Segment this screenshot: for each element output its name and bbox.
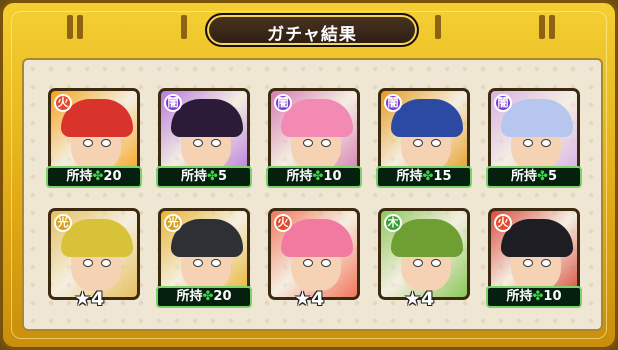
rarity-star-badge: ★4 bbox=[74, 288, 104, 310]
result-card[interactable]: 木 ★4 bbox=[378, 208, 470, 310]
character-eye bbox=[303, 259, 313, 267]
dark-element-icon: 闇 bbox=[494, 94, 512, 112]
result-card[interactable]: 闇所持✤10 bbox=[266, 88, 362, 188]
dark-element-icon: 闇 bbox=[164, 94, 182, 112]
result-card[interactable]: 火 ★4 bbox=[268, 208, 360, 310]
character-portrait: 火 bbox=[268, 208, 360, 300]
owned-count-badge: 所持✤20 bbox=[156, 286, 252, 308]
result-card[interactable]: 闇所持✤5 bbox=[156, 88, 252, 188]
star-icon: ★ bbox=[404, 288, 422, 310]
result-card[interactable]: 火所持✤20 bbox=[46, 88, 142, 188]
character-eye bbox=[413, 139, 423, 147]
character-eye bbox=[431, 139, 441, 147]
rarity-value: 4 bbox=[91, 288, 105, 310]
title-bar: ガチャ結果 bbox=[205, 13, 419, 47]
star-icon: ★ bbox=[74, 288, 92, 310]
page-title: ガチャ結果 bbox=[267, 25, 357, 45]
character-eye bbox=[541, 139, 551, 147]
owned-label: 所持 bbox=[506, 289, 533, 304]
light-element-icon: 光 bbox=[164, 214, 182, 232]
character-eye bbox=[431, 259, 441, 267]
wood-element-icon: 木 bbox=[384, 214, 402, 232]
clover-icon: ✤ bbox=[422, 169, 434, 184]
clover-icon: ✤ bbox=[532, 289, 544, 304]
character-eye bbox=[193, 259, 203, 267]
character-eye bbox=[83, 139, 93, 147]
owned-count: 20 bbox=[103, 169, 122, 184]
character-eye bbox=[321, 259, 331, 267]
frame-ornament-right bbox=[549, 15, 555, 39]
character-eye bbox=[193, 139, 203, 147]
owned-count-badge: 所持✤5 bbox=[156, 166, 252, 188]
character-eye bbox=[523, 259, 533, 267]
character-eye bbox=[83, 259, 93, 267]
result-card[interactable]: 闇所持✤15 bbox=[376, 88, 472, 188]
owned-count: 5 bbox=[217, 169, 227, 184]
owned-label: 所持 bbox=[176, 289, 203, 304]
character-eye bbox=[321, 139, 331, 147]
result-card[interactable]: 闇所持✤5 bbox=[486, 88, 582, 188]
fire-element-icon: 火 bbox=[54, 94, 72, 112]
character-eye bbox=[413, 259, 423, 267]
result-card[interactable]: 火所持✤10 bbox=[486, 208, 582, 308]
dark-element-icon: 闇 bbox=[274, 94, 292, 112]
rarity-value: 4 bbox=[311, 288, 325, 310]
owned-count-badge: 所持✤10 bbox=[486, 286, 582, 308]
owned-count: 10 bbox=[323, 169, 342, 184]
owned-count: 10 bbox=[543, 289, 562, 304]
rarity-value: 4 bbox=[421, 288, 435, 310]
owned-count-badge: 所持✤10 bbox=[266, 166, 362, 188]
character-eye bbox=[541, 259, 551, 267]
character-eye bbox=[211, 259, 221, 267]
owned-count-badge: 所持✤20 bbox=[46, 166, 142, 188]
clover-icon: ✤ bbox=[202, 289, 214, 304]
result-card[interactable]: 光所持✤20 bbox=[156, 208, 252, 308]
frame-ornament-left bbox=[181, 15, 187, 39]
owned-label: 所持 bbox=[286, 169, 313, 184]
owned-label: 所持 bbox=[511, 169, 538, 184]
result-window-frame: ガチャ結果 火所持✤20 闇所持✤5 闇所持✤10 闇所持✤15 闇所持✤5 光 ★4 光所持… bbox=[0, 0, 618, 350]
character-eye bbox=[303, 139, 313, 147]
result-card[interactable]: 光 ★4 bbox=[48, 208, 140, 310]
fire-element-icon: 火 bbox=[494, 214, 512, 232]
owned-count-badge: 所持✤15 bbox=[376, 166, 472, 188]
owned-count-badge: 所持✤5 bbox=[486, 166, 582, 188]
character-eye bbox=[101, 139, 111, 147]
star-icon: ★ bbox=[294, 288, 312, 310]
character-eye bbox=[523, 139, 533, 147]
owned-label: 所持 bbox=[396, 169, 423, 184]
character-eye bbox=[211, 139, 221, 147]
clover-icon: ✤ bbox=[92, 169, 104, 184]
fire-element-icon: 火 bbox=[274, 214, 292, 232]
frame-ornament-right bbox=[435, 15, 441, 39]
character-eye bbox=[101, 259, 111, 267]
rarity-star-badge: ★4 bbox=[294, 288, 324, 310]
frame-ornament-left bbox=[67, 15, 73, 39]
owned-count: 5 bbox=[547, 169, 557, 184]
character-portrait: 木 bbox=[378, 208, 470, 300]
clover-icon: ✤ bbox=[207, 169, 218, 184]
dark-element-icon: 闇 bbox=[384, 94, 402, 112]
owned-label: 所持 bbox=[66, 169, 93, 184]
owned-count: 20 bbox=[213, 289, 232, 304]
frame-ornament-right bbox=[539, 15, 545, 39]
results-panel: 火所持✤20 闇所持✤5 闇所持✤10 闇所持✤15 闇所持✤5 光 ★4 光所持✤20 火 ★4… bbox=[22, 58, 603, 331]
clover-icon: ✤ bbox=[312, 169, 324, 184]
character-portrait: 光 bbox=[48, 208, 140, 300]
owned-count: 15 bbox=[433, 169, 452, 184]
frame-ornament-left bbox=[77, 15, 83, 39]
rarity-star-badge: ★4 bbox=[404, 288, 434, 310]
light-element-icon: 光 bbox=[54, 214, 72, 232]
owned-label: 所持 bbox=[181, 169, 208, 184]
clover-icon: ✤ bbox=[537, 169, 548, 184]
